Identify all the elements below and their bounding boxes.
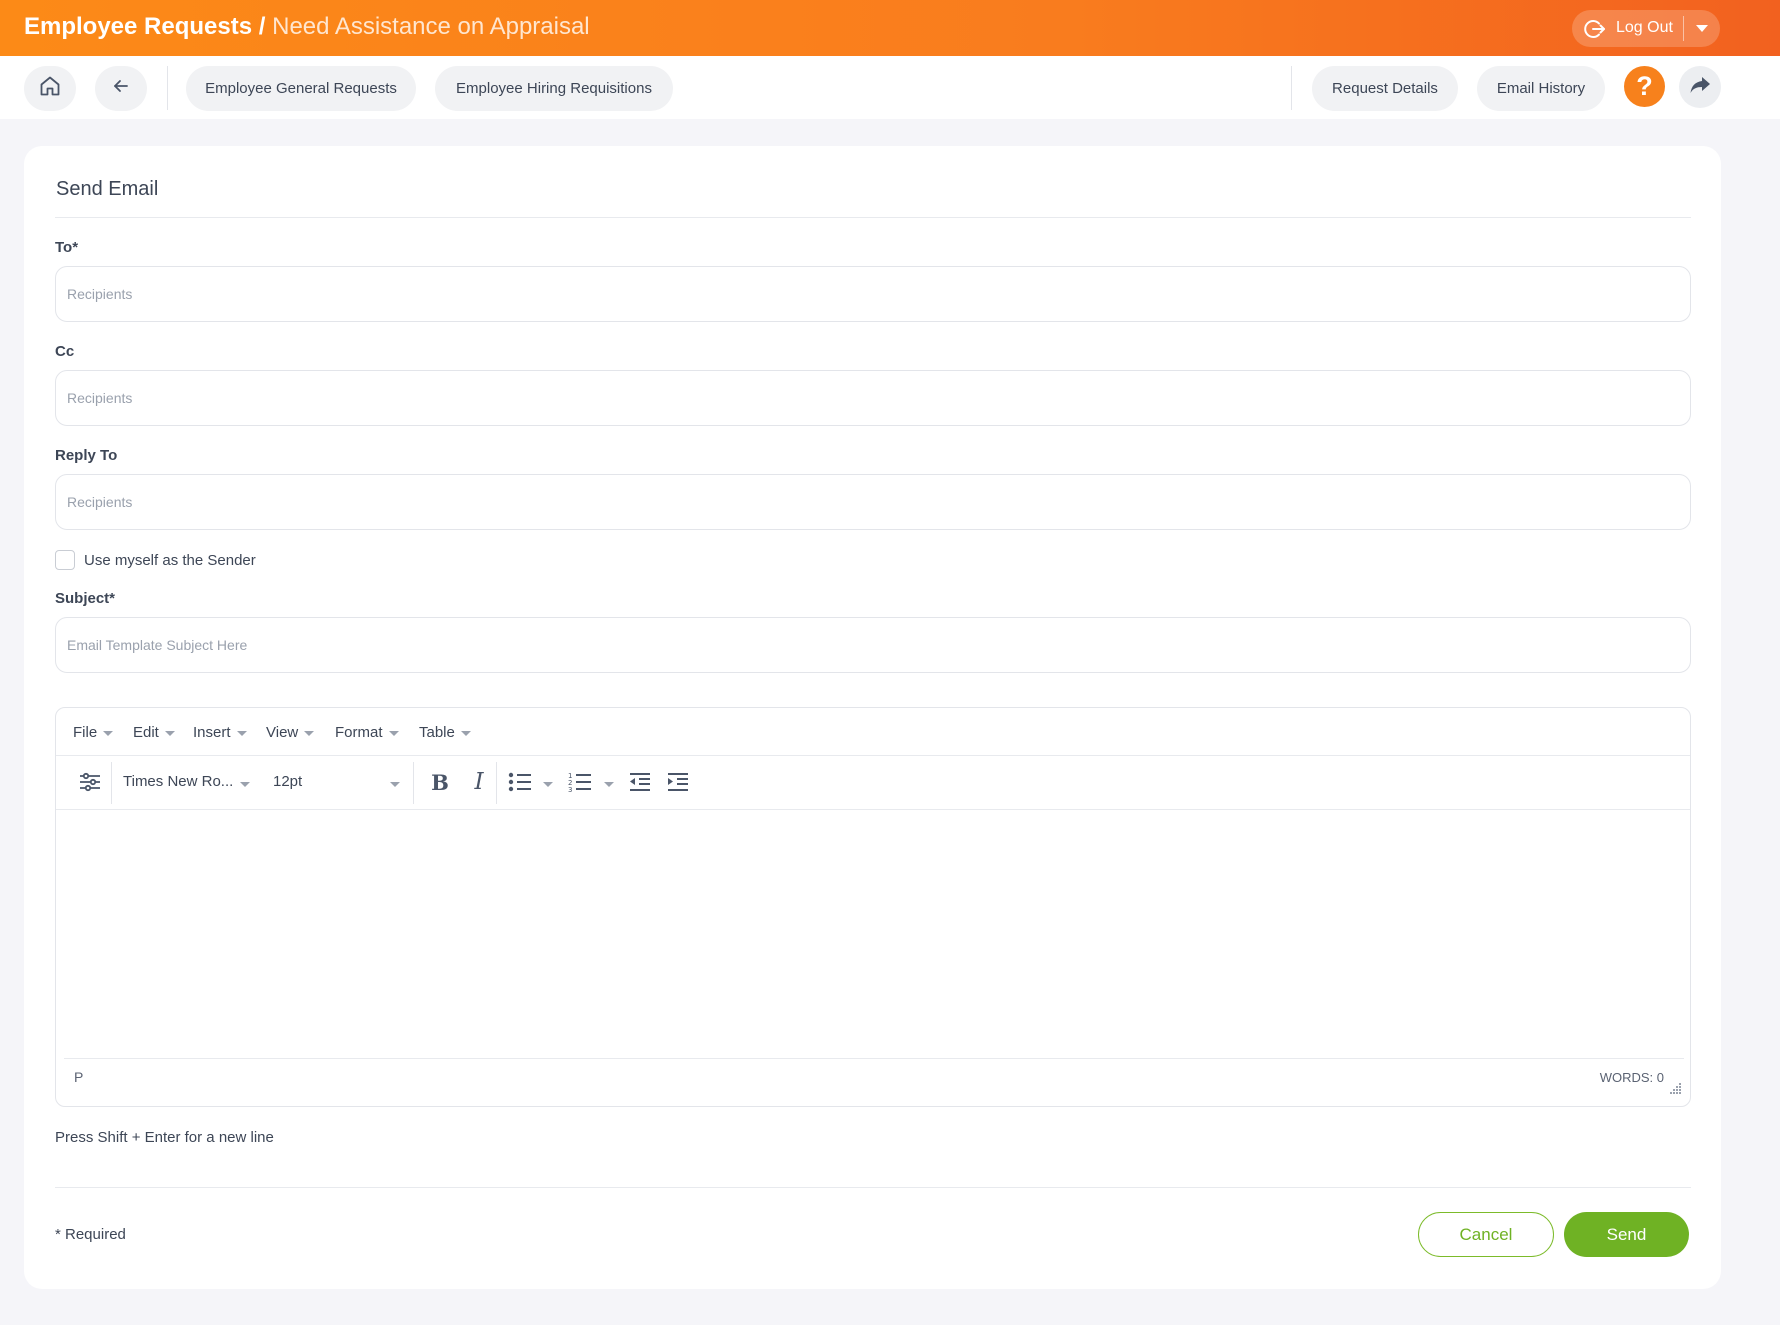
bold-icon[interactable]: B [427,769,453,795]
cancel-button[interactable]: Cancel [1418,1212,1554,1257]
caret-down-icon [236,730,247,736]
help-button[interactable]: ? [1624,66,1665,107]
logout-button[interactable]: Log Out [1572,10,1720,47]
reply-to-field[interactable] [55,474,1691,530]
chevron-down-icon[interactable] [543,782,553,787]
menu-edit-label: Edit [133,724,159,741]
send-email-card: Send Email To* Cc Reply To Use myself as… [24,146,1721,1289]
menu-file-label: File [73,724,98,741]
editor-statusbar: P WORDS: 0 [56,1058,1690,1106]
editor-menubar: File Edit Insert View Format Table [56,708,1690,756]
required-note: * Required [55,1226,126,1243]
menu-table[interactable]: Table [419,724,471,741]
navigation-bar: Employee General Requests Employee Hirin… [0,56,1780,119]
editor-toolbar: Times New Ro... 12pt B I 1 2 3 [56,756,1690,810]
font-size-select[interactable]: 12pt [273,773,302,790]
menu-view[interactable]: View [266,724,315,741]
bold-glyph: B [431,769,449,795]
logout-divider [1683,16,1684,41]
cc-label: Cc [55,343,75,360]
resize-handle-icon[interactable] [1670,1081,1682,1094]
page-title: Employee Requests / Need Assistance on A… [24,13,590,41]
toolbar-divider [111,762,112,804]
divider [55,1187,1691,1188]
reply-to-label: Reply To [55,447,118,464]
caret-down-icon [304,730,315,736]
home-button[interactable] [24,66,76,111]
tab-request-details[interactable]: Request Details [1312,66,1458,111]
rich-text-editor: File Edit Insert View Format Table Times… [55,707,1691,1107]
chevron-down-icon[interactable] [390,782,400,787]
divider [55,217,1691,218]
menu-insert[interactable]: Insert [193,724,247,741]
toolbar-divider [413,762,414,804]
caret-down-icon [103,730,114,736]
italic-icon[interactable]: I [466,769,492,795]
editor-body[interactable] [64,811,1684,1059]
nav-divider [167,66,168,110]
menu-file[interactable]: File [73,724,114,741]
caret-down-icon [460,730,471,736]
subject-label: Subject* [55,590,116,607]
app-header: Employee Requests / Need Assistance on A… [0,0,1780,56]
caret-down-icon [164,730,175,736]
tab-email-history[interactable]: Email History [1477,66,1605,111]
arrow-left-icon [111,76,131,101]
word-count: WORDS: 0 [1599,1070,1664,1085]
chevron-down-icon[interactable] [240,782,250,787]
menu-format-label: Format [335,724,383,741]
tab-employee-general-requests[interactable]: Employee General Requests [186,66,416,111]
home-icon [38,74,62,103]
logout-icon [1584,18,1606,40]
to-label: To* [55,239,79,256]
element-path[interactable]: P [74,1069,83,1085]
share-button[interactable] [1679,66,1721,108]
send-button[interactable]: Send [1564,1212,1689,1257]
use-myself-label[interactable]: Use myself as the Sender [84,552,256,569]
caret-down-icon [388,730,399,736]
to-field[interactable] [55,266,1691,322]
subject-field[interactable] [55,617,1691,673]
divider [64,1058,1684,1059]
back-button[interactable] [95,66,147,111]
indent-icon[interactable] [665,769,691,795]
title-separator: / [258,13,266,40]
sliders-icon[interactable] [77,769,103,795]
italic-glyph: I [474,769,484,795]
menu-insert-label: Insert [193,724,231,741]
menu-table-label: Table [419,724,455,741]
newline-hint: Press Shift + Enter for a new line [55,1129,274,1146]
toolbar-divider [496,762,497,804]
use-myself-checkbox[interactable] [55,550,75,570]
page-title-main: Employee Requests [24,13,253,40]
share-icon [1689,75,1711,100]
bullet-list-icon[interactable] [507,769,533,795]
numbered-list-icon[interactable]: 1 2 3 [567,769,593,795]
tab-employee-hiring-requisitions[interactable]: Employee Hiring Requisitions [435,66,673,111]
chevron-down-icon[interactable] [604,782,614,787]
chevron-down-icon[interactable] [1696,25,1708,32]
menu-format[interactable]: Format [335,724,399,741]
menu-view-label: View [266,724,299,741]
card-title: Send Email [56,178,159,200]
font-family-select[interactable]: Times New Ro... [123,773,233,790]
page-subtitle: Need Assistance on Appraisal [272,13,590,40]
nav-divider [1291,66,1292,110]
cc-field[interactable] [55,370,1691,426]
svg-text:3: 3 [568,786,572,793]
logout-label: Log Out [1616,19,1673,36]
outdent-icon[interactable] [627,769,653,795]
menu-edit[interactable]: Edit [133,724,175,741]
